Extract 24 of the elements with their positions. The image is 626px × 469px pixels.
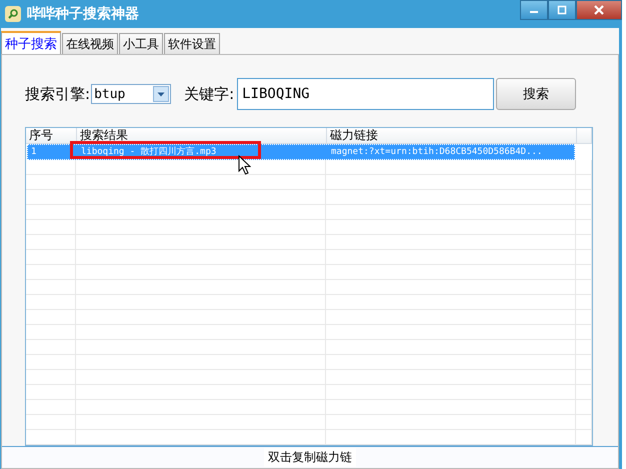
close-button[interactable] (576, 0, 622, 20)
column-header[interactable]: 磁力链接 (327, 128, 577, 143)
maximize-button[interactable] (548, 0, 576, 20)
close-icon (593, 4, 605, 16)
mouse-cursor-icon (238, 155, 251, 175)
keyword-label: 关键字: (184, 84, 234, 104)
window-title: 哔哔种子搜索神器 (27, 5, 139, 23)
column-header[interactable]: 搜索结果 (77, 128, 327, 143)
table-cell-text: liboqing - 散打四川方言.mp3 (80, 146, 218, 159)
table-cell-text: 1 (30, 146, 38, 159)
status-hint: 双击复制磁力链 (264, 448, 356, 467)
tab[interactable]: 种子搜索 (1, 31, 61, 54)
engine-label: 搜索引擎: (25, 84, 90, 104)
search-button[interactable]: 搜索 (496, 78, 576, 110)
magnifier-icon (5, 6, 21, 22)
tab[interactable]: 在线视频 (62, 33, 118, 54)
column-header[interactable]: 序号 (26, 128, 77, 143)
tab[interactable]: 软件设置 (164, 33, 220, 54)
maximize-icon (557, 5, 567, 15)
engine-dropdown[interactable]: btup (91, 84, 172, 104)
table-cell-text: magnet:?xt=urn:btih:D68CB5450D586B4D... (330, 146, 544, 159)
tab[interactable]: 小工具 (119, 33, 163, 54)
keyword-field[interactable]: LIBOQING (237, 78, 494, 110)
minimize-button[interactable] (520, 0, 548, 20)
